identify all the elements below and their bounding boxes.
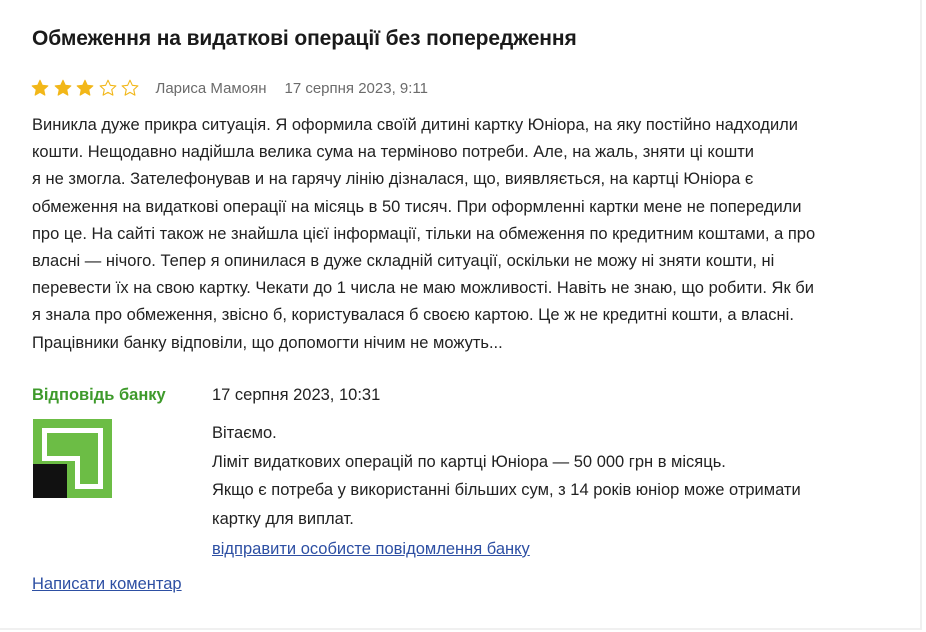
review-meta: Лариса Мамоян 17 серпня 2023, 9:11 [31, 77, 428, 99]
review-text-line: я знала про обмеження, звісно б, користу… [32, 306, 794, 325]
review-text-line: власні — нічого. Тепер я опинилася в дуж… [32, 252, 775, 271]
review-text-line: Виникла дуже прикра ситуація. Я оформила… [32, 116, 799, 134]
review-text-line: перевести їх на свою картку. Чекати до 1… [32, 279, 814, 298]
review-title: Обмеження на видаткові операції без попе… [32, 27, 577, 50]
rating-stars [31, 79, 144, 97]
bank-answer-line: картку для виплат. [212, 509, 354, 528]
review-author: Лариса Мамоян [155, 79, 267, 97]
write-comment-link[interactable]: Написати коментар [32, 575, 182, 594]
bank-answer-line: Вітаємо. [212, 424, 277, 442]
star-empty-icon [99, 79, 117, 97]
star-filled-icon [31, 79, 49, 97]
bank-answer-label: Відповідь банку [32, 386, 166, 404]
bank-answer-text: Вітаємо. Ліміт видаткових операцій по ка… [212, 419, 801, 533]
review-text-line: Працівники банку відповіли, що допомогти… [32, 333, 503, 352]
review-text-line: я не змогла. Зателефонував и на гарячу л… [32, 170, 754, 189]
review-date: 17 серпня 2023, 9:11 [284, 79, 429, 97]
privatbank-logo [33, 419, 112, 498]
bank-answer-line: Ліміт видаткових операцій по картці Юніо… [212, 452, 726, 471]
review-text: Виникла дуже прикра ситуація. Я оформила… [32, 112, 877, 357]
bank-answer-line: Якщо є потреба у використанні більших су… [212, 481, 801, 499]
star-empty-icon [121, 79, 139, 97]
privatbank-logo-icon [33, 419, 112, 498]
bank-answer-date: 17 серпня 2023, 10:31 [212, 386, 381, 404]
review-text-line: про це. На сайті також не знайшла цієї і… [32, 224, 816, 243]
review-text-line: кошти. Нещодавно надійшла велика сума на… [32, 143, 755, 162]
review-card: Обмеження на видаткові операції без попе… [0, 0, 922, 630]
star-filled-icon [76, 79, 94, 97]
review-text-line: обмеження на видаткові операції на місяц… [32, 197, 802, 216]
star-filled-icon [54, 79, 72, 97]
private-message-link[interactable]: відправити особисте повідомлення банку [212, 540, 530, 559]
